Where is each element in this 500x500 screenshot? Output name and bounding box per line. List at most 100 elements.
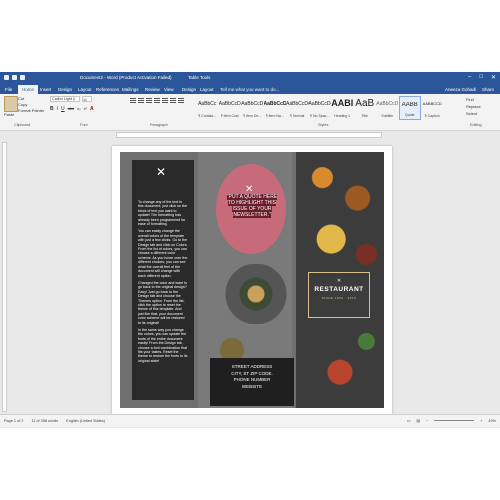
style-normal[interactable]: AaBbCcDc ¶ Normal [286, 96, 309, 120]
zoom-in-button[interactable]: + [480, 419, 482, 423]
text-panel[interactable]: ✕ To change any of the text in this docu… [132, 160, 194, 400]
paste-icon[interactable] [4, 96, 18, 112]
save-icon[interactable] [4, 75, 9, 80]
style-title[interactable]: AaB Title [354, 96, 377, 120]
increase-indent-icon[interactable] [162, 98, 168, 104]
tab-review[interactable]: Review [145, 87, 160, 92]
brochure-template: ✕ To change any of the text in this docu… [120, 152, 384, 408]
editing-group-label: Editing [470, 123, 482, 127]
style-item-name[interactable]: AaBbCcD ¶ Item Na... [264, 96, 287, 120]
format-painter-button[interactable]: Format Painter [18, 108, 44, 114]
zoom-out-button[interactable]: − [426, 419, 428, 423]
paste-button[interactable]: Paste [4, 112, 14, 117]
style-caption[interactable]: AABBCCD ¶ Caption [421, 96, 444, 120]
tab-view[interactable]: View [164, 87, 174, 92]
editing-commands: Find Replace Select [466, 96, 481, 117]
language-indicator[interactable]: English (United States) [66, 419, 105, 423]
font-format-buttons: B I U abc x₂ x² A [50, 106, 94, 112]
superscript-button[interactable]: x² [84, 106, 87, 112]
body-paragraph[interactable]: Changed the color and want to go back to… [138, 281, 188, 325]
website: WEBSITE [241, 383, 263, 389]
numbering-icon[interactable] [138, 98, 144, 104]
multilevel-list-icon[interactable] [146, 98, 152, 104]
window-title: Document2 - Word (Product Activation Fai… [80, 75, 172, 80]
bold-button[interactable]: B [50, 106, 54, 112]
status-left: Page 1 of 2 11 of 358 words English (Uni… [4, 419, 105, 423]
restaurant-logo-box[interactable]: ✕ RESTAURANT SINCE 1950 · 2016 [308, 272, 370, 318]
word-count[interactable]: 11 of 358 words [31, 419, 58, 423]
styles-gallery: AaBbCc ¶ Contact... AaBbCcD ¶ Item Cost Aa… [196, 96, 464, 120]
font-color-button[interactable]: A [90, 106, 94, 112]
style-no-spacing[interactable]: AaBbCcDc ¶ No Spac... [309, 96, 332, 120]
zoom-slider[interactable] [434, 420, 475, 421]
font-size-value: 11 [83, 98, 87, 102]
decrease-indent-icon[interactable] [154, 98, 160, 104]
pull-quote[interactable]: "PUT A QUOTE HERE TO HIGHLIGHT THIS ISSU… [224, 194, 280, 218]
select-button[interactable]: Select [466, 110, 481, 117]
word-window: Document2 - Word (Product Activation Fai… [0, 72, 500, 428]
strikethrough-button[interactable]: abc [68, 106, 74, 112]
style-subtitle[interactable]: AaBbCcD Subtitle [376, 96, 399, 120]
restaurant-name: RESTAURANT [314, 286, 364, 293]
replace-button[interactable]: Replace [466, 103, 481, 110]
window-controls: – □ ✕ [468, 74, 496, 81]
quick-access-toolbar [4, 75, 25, 80]
contextual-tab-label: Table Tools [188, 75, 211, 80]
pull-quote-text: "PUT A QUOTE HERE TO HIGHLIGHT THIS ISSU… [226, 194, 278, 218]
body-paragraph[interactable]: To change any of the text in this docume… [138, 200, 188, 226]
body-text: To change any of the text in this docume… [132, 200, 194, 366]
page-count[interactable]: Page 1 of 2 [4, 419, 23, 423]
print-layout-icon[interactable]: ▤ [416, 418, 420, 423]
style-contact[interactable]: AaBbCc ¶ Contact... [196, 96, 219, 120]
bullets-icon[interactable] [130, 98, 136, 104]
address-block[interactable]: STREET ADDRESS CITY, ST ZIP CODE. PHONE … [210, 358, 294, 406]
status-right: ▭ ▤ − + 49% [407, 418, 496, 424]
share-button[interactable]: Share [482, 87, 494, 92]
tab-table-design[interactable]: Design [182, 87, 196, 92]
tab-table-layout[interactable]: Layout [200, 87, 214, 92]
style-item-cost[interactable]: AaBbCcD ¶ Item Cost [219, 96, 242, 120]
horizontal-ruler[interactable] [116, 132, 382, 138]
tab-design[interactable]: Design [58, 87, 72, 92]
utensils-icon: ✕ [156, 165, 167, 179]
close-button[interactable]: ✕ [491, 74, 496, 81]
underline-button[interactable]: U [61, 106, 65, 112]
body-paragraph[interactable]: In the same way you change the colors, y… [138, 328, 188, 363]
style-item-description[interactable]: AaBbCcD ¶ Item De... [241, 96, 264, 120]
zoom-level[interactable]: 49% [488, 419, 496, 423]
body-paragraph[interactable]: You can easily change the overall colors… [138, 229, 188, 277]
styles-group-label: Styles [318, 123, 329, 127]
minimize-button[interactable]: – [468, 74, 471, 81]
ribbon-home: Paste Cut Copy Format Painter Clipboard … [0, 94, 500, 131]
font-size-box[interactable]: 11 [82, 96, 92, 102]
italic-button[interactable]: I [57, 106, 58, 112]
tab-file[interactable]: File [5, 87, 12, 92]
tab-layout[interactable]: Layout [78, 87, 92, 92]
food-photo-bowl [216, 264, 296, 324]
tab-insert[interactable]: Insert [40, 87, 51, 92]
status-bar: Page 1 of 2 11 of 358 words English (Uni… [0, 414, 500, 427]
vertical-ruler[interactable] [2, 142, 7, 412]
maximize-button[interactable]: □ [479, 74, 483, 81]
sort-icon[interactable] [170, 98, 176, 104]
font-name-box[interactable]: Calibri Light (I [50, 96, 80, 102]
read-mode-icon[interactable]: ▭ [407, 418, 411, 423]
tab-home[interactable]: Home [18, 85, 39, 94]
show-marks-icon[interactable] [178, 98, 184, 104]
paragraph-group-label: Paragraph [150, 123, 168, 127]
user-name[interactable]: Aneeza Gohadi [445, 87, 476, 92]
style-quote[interactable]: AABB Quote [398, 96, 421, 120]
tab-mailings[interactable]: Mailings [122, 87, 139, 92]
style-heading-1[interactable]: AABI Heading 1 [331, 96, 354, 120]
font-group-label: Font [80, 123, 88, 127]
tell-me-box[interactable]: Tell me what you want to do... [220, 87, 279, 92]
tab-references[interactable]: References [96, 87, 119, 92]
subscript-button[interactable]: x₂ [77, 106, 81, 112]
undo-icon[interactable] [12, 75, 17, 80]
clipboard-group-label: Clipboard [14, 123, 31, 127]
ribbon-tabs: File Home Insert Design Layout Reference… [0, 84, 500, 94]
find-button[interactable]: Find [466, 96, 481, 103]
redo-icon[interactable] [20, 75, 25, 80]
paragraph-buttons [130, 98, 184, 104]
clipboard-commands: Cut Copy Format Painter [18, 96, 44, 114]
